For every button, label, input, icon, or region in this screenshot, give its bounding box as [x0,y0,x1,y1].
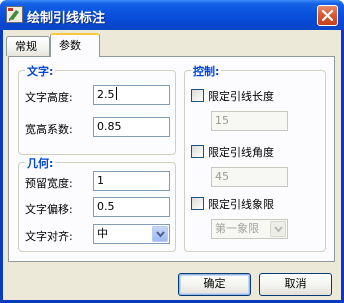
text-height-label: 文字高度: [25,91,73,104]
chevron-down-icon[interactable] [152,226,168,242]
text-height-value: 2.5 [97,88,115,101]
reserve-width-label: 预留宽度: [25,177,73,190]
limit-angle-label: 限定引线角度 [208,146,274,159]
reserve-width-input[interactable]: 1 [93,171,170,191]
tab-general[interactable]: 常规 [6,36,50,56]
close-icon [322,10,333,21]
dialog-client: 常规 参数 文字: 文字高度: 2.5 宽高系数: 0.85 几何: 预留宽度:… [3,30,341,300]
limit-angle-checkbox[interactable] [191,145,204,158]
limit-length-input: 15 [211,111,288,131]
text-align-label: 文字对齐: [25,230,73,243]
chevron-down-icon [270,221,286,237]
geometry-group: 几何: 预留宽度: 1 文字偏移: 0.5 文字对齐: 中 [18,155,176,252]
control-group: 控制: 限定引线长度 15 限定引线角度 45 限定引线象限 第一象限 [184,63,326,252]
limit-length-checkbox-row[interactable]: 限定引线长度 [191,89,311,103]
text-caret [115,87,117,100]
ok-button[interactable]: 确定 [178,273,251,296]
text-align-select[interactable]: 中 [93,224,170,244]
cancel-button[interactable]: 取消 [259,273,332,296]
text-align-value: 中 [97,227,108,240]
limit-length-label: 限定引线长度 [208,90,274,103]
close-button[interactable] [317,5,338,26]
text-offset-label: 文字偏移: [25,203,73,216]
control-group-title: 控制: [191,63,222,79]
geometry-group-title: 几何: [25,155,56,171]
dialog-window: 绘制引线标注 常规 参数 文字: 文字高度: 2.5 宽高系数: 0.85 几何… [0,0,344,303]
limit-quadrant-checkbox-row[interactable]: 限定引线象限 [191,197,311,211]
text-group-title: 文字: [25,63,56,79]
limit-quadrant-label: 限定引线象限 [208,198,274,211]
aspect-ratio-input[interactable]: 0.85 [93,117,170,137]
limit-quadrant-select: 第一象限 [211,219,288,239]
text-offset-input[interactable]: 0.5 [93,197,170,217]
limit-length-checkbox[interactable] [191,89,204,102]
text-height-input[interactable]: 2.5 [93,85,170,105]
title-bar[interactable]: 绘制引线标注 [0,0,344,30]
tab-parameters[interactable]: 参数 [50,33,100,57]
tab-panel-parameters: 文字: 文字高度: 2.5 宽高系数: 0.85 几何: 预留宽度: 1 文字偏… [8,56,335,262]
limit-angle-checkbox-row[interactable]: 限定引线角度 [191,145,311,159]
limit-quadrant-value: 第一象限 [215,222,259,235]
limit-quadrant-checkbox[interactable] [191,197,204,210]
text-group: 文字: 文字高度: 2.5 宽高系数: 0.85 [18,63,176,155]
window-title: 绘制引线标注 [27,11,106,26]
app-icon [6,6,23,23]
aspect-ratio-label: 宽高系数: [25,123,73,136]
limit-angle-input: 45 [211,167,288,187]
